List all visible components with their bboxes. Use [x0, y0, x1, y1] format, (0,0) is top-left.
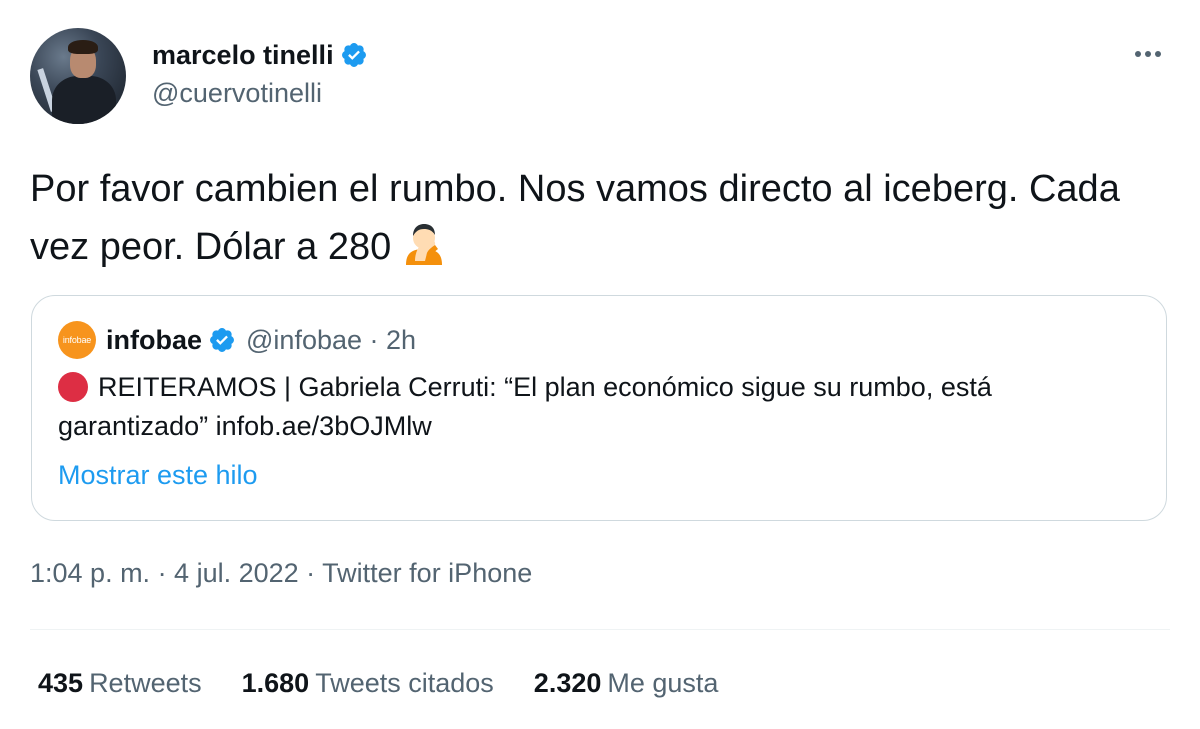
- quoted-tweet-header: infobae infobae @infobae · 2h: [58, 320, 416, 360]
- infobae-logo-icon: infobae: [58, 321, 96, 359]
- more-options-icon[interactable]: [1130, 36, 1166, 72]
- quoted-tweet-body: REITERAMOS | Gabriela Cerruti: “El plan …: [58, 372, 992, 441]
- red-circle-emoji-icon: [58, 372, 88, 402]
- show-thread-link[interactable]: Mostrar este hilo: [58, 460, 258, 491]
- retweets-stat[interactable]: 435 Retweets: [38, 668, 202, 699]
- divider: [30, 629, 1170, 630]
- quoted-author-handle-time: @infobae · 2h: [246, 324, 417, 355]
- avatar[interactable]: [30, 28, 126, 124]
- quoted-tweet-card[interactable]: infobae infobae @infobae · 2h REITERAMOS…: [31, 295, 1167, 521]
- quoted-verified-badge-icon: [208, 326, 236, 354]
- author-block: marcelo tinelli @cuervotinelli: [152, 38, 368, 109]
- likes-label: Me gusta: [607, 668, 719, 698]
- tweet-body: Por favor cambien el rumbo. Nos vamos di…: [30, 168, 1120, 268]
- quote-tweets-label: Tweets citados: [315, 668, 494, 698]
- quoted-tweet-text: REITERAMOS | Gabriela Cerruti: “El plan …: [58, 368, 1138, 446]
- likes-count: 2.320: [533, 668, 602, 698]
- author-name[interactable]: marcelo tinelli: [152, 40, 334, 71]
- verified-badge-icon: [340, 41, 368, 69]
- tweet-stats: 435 Retweets 1.680 Tweets citados 2.320 Me …: [38, 668, 758, 699]
- quoted-author-name: infobae: [106, 324, 203, 355]
- tweet-timestamp-source[interactable]: 1:04 p. m. · 4 jul. 2022 · Twitter for i…: [30, 558, 532, 589]
- quote-tweets-count: 1.680: [241, 668, 310, 698]
- tweet-text: Por favor cambien el rumbo. Nos vamos di…: [30, 160, 1150, 276]
- facepalm-emoji-icon: [402, 221, 446, 265]
- retweets-label: Retweets: [89, 668, 202, 698]
- retweets-count: 435: [38, 668, 84, 698]
- author-handle[interactable]: @cuervotinelli: [152, 78, 368, 109]
- quote-tweets-stat[interactable]: 1.680 Tweets citados: [242, 668, 494, 699]
- likes-stat[interactable]: 2.320 Me gusta: [534, 668, 719, 699]
